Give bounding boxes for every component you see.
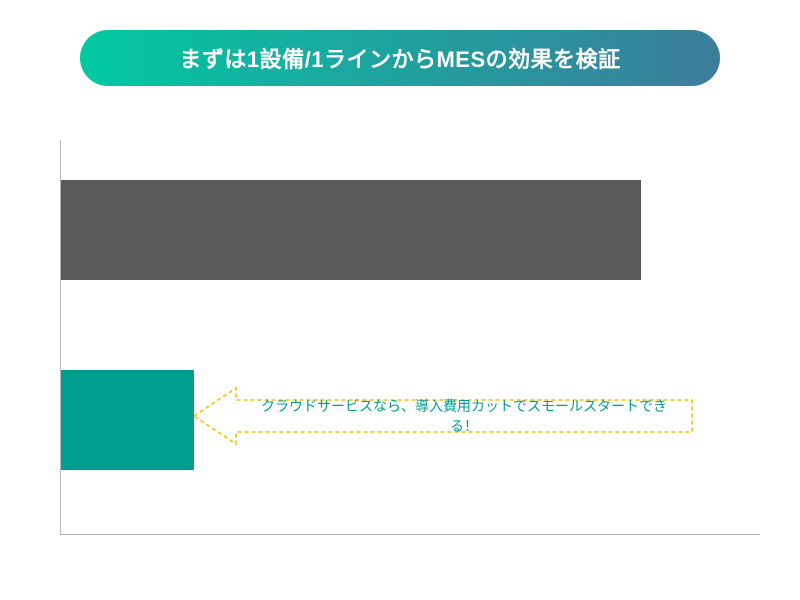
bar-large xyxy=(61,180,641,280)
bar-small xyxy=(61,370,194,470)
callout-arrow: クラウドサービスなら、導入費用カットでスモールスタートできる！ xyxy=(194,386,694,446)
callout-text: クラウドサービスなら、導入費用カットでスモールスタートできる！ xyxy=(249,386,679,446)
page-title: まずは1設備/1ラインからMESの効果を検証 xyxy=(179,42,620,74)
bar-chart xyxy=(60,140,760,535)
page-title-pill: まずは1設備/1ラインからMESの効果を検証 xyxy=(80,30,720,86)
